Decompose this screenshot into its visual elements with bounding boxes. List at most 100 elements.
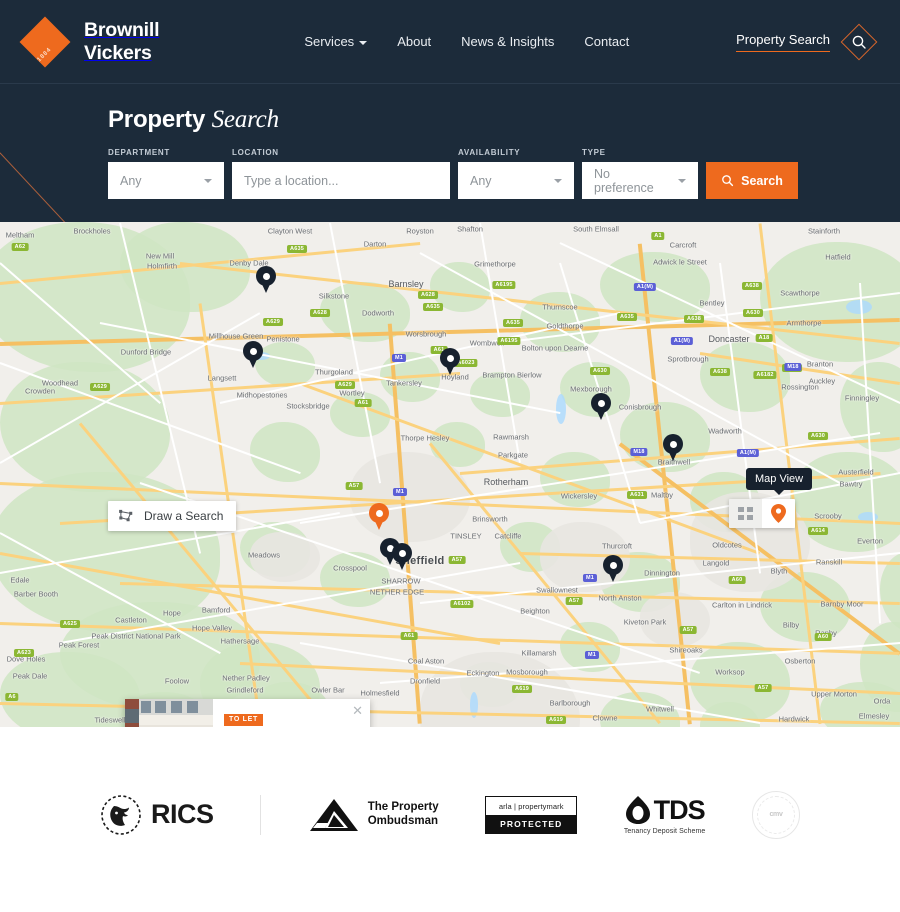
arla-propertymark-logo: arla | propertymark PROTECTED [485,795,578,834]
map-marker[interactable] [603,555,623,582]
main-navigation: Services About News & Insights Contact [304,34,629,49]
map-place-label: Shafton [457,224,483,234]
map-place-label: Eckington [466,668,500,678]
map-marker[interactable] [591,393,611,420]
map-section[interactable]: Meltham Brockholes Clayton West Royston Shaf… [0,222,900,727]
property-search-link[interactable]: Property Search [736,32,830,52]
department-value: Any [120,173,142,188]
map-place-label: Killamarsh [521,648,557,658]
ombudsman-text: The Property Ombudsman [368,801,439,829]
map-place-label: Langsett [207,373,237,383]
close-icon[interactable]: ✕ [352,704,363,717]
map-place-label: Whitwell [646,704,674,714]
map-road-shield: A619 [512,685,532,693]
tds-drop-icon [625,796,650,824]
map-view-button[interactable] [762,499,795,528]
map-place-label: Hatfield [825,252,851,262]
map-place-label: Swallownest [536,585,578,595]
map-place-label: Carlton in Lindrick [711,600,773,610]
filter-availability: AVAILABILITY Any [458,148,574,199]
map-place-label: Darton [363,239,387,249]
site-header: 1884 Brownill Vickers Services About New… [0,0,900,84]
nav-label: News & Insights [461,34,555,49]
property-popup-card[interactable]: ✕ TO LET Ecclesall Road £25,000 PA / RET… [125,699,370,727]
tds-subtitle: Tenancy Deposit Scheme [623,827,706,835]
map-place-label: Grindleford [226,685,264,695]
brand-name: Brownill Vickers [84,19,160,64]
map-road-shield: A62 [11,243,29,251]
chevron-down-icon [359,40,368,45]
map-road-shield: A6 [5,693,19,701]
arla-bottom-text: PROTECTED [486,814,577,833]
map-place-label: Finningley [844,393,880,403]
map-road-shield: A18 [755,334,773,342]
map-marker[interactable] [256,266,276,293]
map-place-label: Peak District National Park [91,631,181,641]
department-select[interactable]: Any [108,162,224,199]
map-place-label: Worsbrough [405,329,447,339]
property-search-section: Property Search DEPARTMENT Any LOCATION … [0,84,900,222]
view-mode-toggle [729,499,795,528]
map-marker[interactable] [392,543,412,570]
map-marker[interactable] [243,341,263,368]
brand-logo[interactable]: 1884 Brownill Vickers [19,16,160,67]
location-input-wrap[interactable]: Type a location... [232,162,450,199]
rics-lion-icon [101,794,141,835]
nav-item-about[interactable]: About [397,34,431,49]
rics-logo: RICS [100,794,214,836]
map-road-shield: A635 [503,319,523,327]
map-place-label: Langold [702,558,730,568]
filter-department: DEPARTMENT Any [108,148,224,199]
map-road-shield: A1(M) [670,337,694,345]
map-road-shield: A635 [617,313,637,321]
map-place-label: Foolow [164,676,190,686]
map-place-label: Edale [10,575,30,585]
map-road-shield: A6195 [492,281,516,289]
map-greenspace [250,422,320,482]
map-road-shield: M18 [630,448,648,456]
map-marker-selected[interactable] [369,503,389,530]
nav-item-news-insights[interactable]: News & Insights [461,34,554,49]
map-place-label: Ranskill [815,557,843,567]
map-place-label: Goldthorpe [546,321,584,331]
map-place-label: Bolton upon Dearne [521,343,589,353]
availability-select[interactable]: Any [458,162,574,199]
map-place-label: Penistone [266,334,300,344]
map-marker[interactable] [440,348,460,375]
map-place-label: Nether Padley [222,673,270,683]
map-road-shield: A61 [354,399,372,407]
map-place-label: Tankersley [386,378,422,388]
nav-item-services[interactable]: Services [304,34,368,49]
map-place-label: Barber Booth [13,589,59,599]
map-place-label: South Elmsall [573,224,619,234]
map-road-shield: A57 [754,684,772,692]
map-place-label: Bilby [782,620,800,630]
map-place-label: Tideswell [94,715,126,725]
map-place-label: Rawmarsh [493,432,529,442]
map-road-shield: A629 [90,383,110,391]
map-road-shield: A1(M) [736,449,760,457]
map-road-shield: A57 [679,626,697,634]
map-place-label: Thorpe Hesley [400,433,450,443]
map-place-label: Maltby [650,490,674,500]
map-place-label: Hope [163,608,181,618]
nav-item-contact[interactable]: Contact [584,34,629,49]
map-place-label: Owler Bar [311,685,345,695]
type-select[interactable]: No preference [582,162,698,199]
map-place-label: Wickersley [560,491,598,501]
map-place-label: Rossington [781,382,819,392]
approved-code-seal: cmv [752,790,800,839]
map-place-label: Dinnington [644,568,680,578]
grid-view-button[interactable] [729,499,762,528]
map-place-label: Wortley [339,388,365,398]
search-button[interactable]: Search [706,162,798,199]
map-road-shield: M1 [392,488,408,496]
map-road-shield: A630 [808,432,828,440]
draw-a-search-button[interactable]: Draw a Search [108,501,237,531]
map-place-label: Conisbrough [618,402,662,412]
map-marker[interactable] [663,434,683,461]
filter-label: TYPE [582,148,606,157]
map-place-label: Hathersage [220,636,260,646]
map-place-label: NETHER EDGE [369,587,425,597]
search-icon[interactable] [840,23,878,61]
